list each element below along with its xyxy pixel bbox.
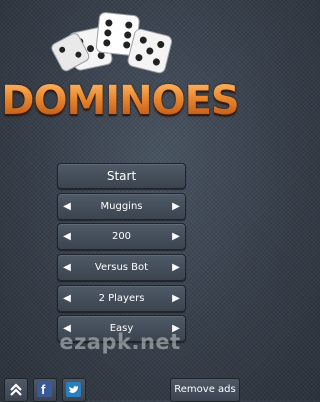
- twitter-button[interactable]: [62, 378, 86, 402]
- opponent-value: Versus Bot: [94, 262, 149, 273]
- remove-ads-button[interactable]: Remove ads: [170, 378, 240, 402]
- arrow-left-icon[interactable]: ◀: [59, 194, 75, 219]
- players-value: 2 Players: [98, 293, 145, 304]
- opponent-selector[interactable]: ◀ Versus Bot ▶: [57, 254, 186, 281]
- points-value: 200: [111, 231, 132, 242]
- facebook-button[interactable]: f: [33, 378, 57, 402]
- game-logo: DOMINOES: [0, 0, 240, 125]
- arrow-right-icon[interactable]: ▶: [168, 286, 184, 311]
- watermark: ezapk.net: [59, 330, 181, 354]
- dice-icon: [51, 12, 173, 74]
- start-button[interactable]: Start: [57, 163, 186, 189]
- facebook-icon: f: [37, 382, 52, 397]
- arrow-left-icon[interactable]: ◀: [59, 286, 75, 311]
- chevron-up-icon: [10, 383, 22, 396]
- arrow-left-icon[interactable]: ◀: [59, 255, 75, 280]
- game-title: DOMINOES: [1, 78, 240, 124]
- game-type-selector[interactable]: ◀ Muggins ▶: [57, 193, 186, 220]
- players-selector[interactable]: ◀ 2 Players ▶: [57, 285, 186, 312]
- arrow-right-icon[interactable]: ▶: [168, 255, 184, 280]
- arrow-right-icon[interactable]: ▶: [168, 194, 184, 219]
- twitter-icon: [66, 382, 81, 397]
- game-type-value: Muggins: [100, 201, 143, 212]
- arrow-left-icon[interactable]: ◀: [59, 224, 75, 249]
- facebook-glyph: f: [41, 382, 46, 397]
- expand-button[interactable]: [4, 378, 28, 402]
- points-selector[interactable]: ◀ 200 ▶: [57, 223, 186, 250]
- arrow-right-icon[interactable]: ▶: [168, 224, 184, 249]
